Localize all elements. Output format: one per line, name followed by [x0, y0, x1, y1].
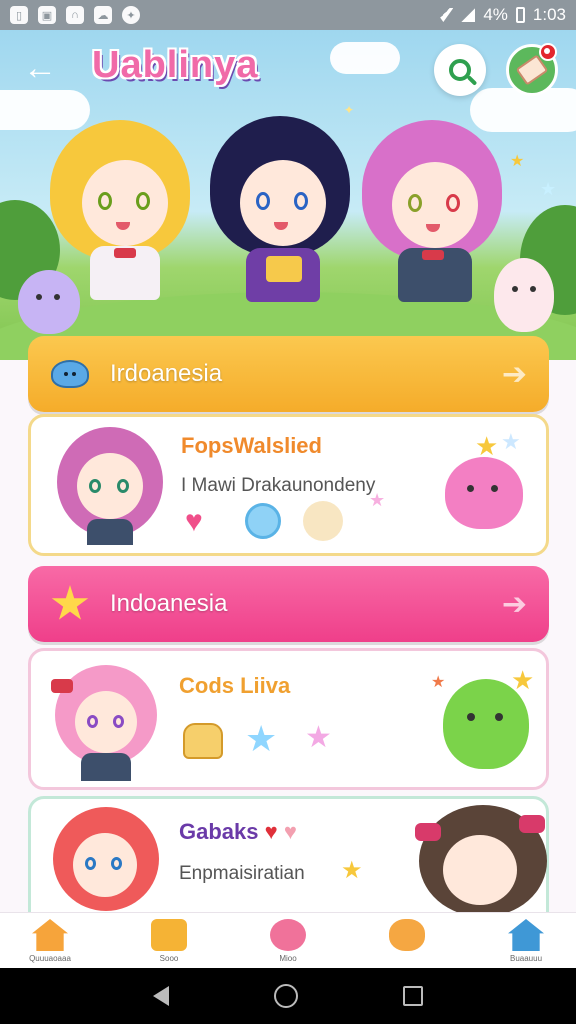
arrow-left-icon: ← — [23, 48, 57, 87]
arrow-right-icon: ➔ — [501, 587, 527, 621]
card-title: Gabaks ♥ ♥ — [179, 819, 297, 845]
battery-icon — [515, 7, 525, 23]
star-icon: ★ — [369, 490, 386, 510]
avatar — [51, 427, 169, 545]
section-banner-2[interactable]: Indoanesia ➔ — [28, 566, 549, 642]
back-button[interactable]: ← — [20, 48, 60, 88]
nav-label: Quuuaoaaa — [29, 954, 71, 963]
home-icon — [32, 919, 68, 951]
bottom-navigation: Quuuaoaaa Sooo Mioo Buaauuu — [0, 912, 576, 968]
star-icon: ★ — [305, 721, 332, 754]
section-title: Indoanesia — [110, 590, 228, 617]
sparkle-icon: ★ — [510, 153, 525, 170]
nav-item-home[interactable]: Quuuaoaaa — [24, 913, 76, 968]
system-navigation-bar — [0, 968, 576, 1024]
star-icon: ★ — [475, 431, 499, 461]
card-title: FopsWalslied — [181, 433, 322, 458]
arrow-right-icon: ➔ — [501, 357, 527, 391]
system-home-button[interactable] — [273, 984, 298, 1008]
section-title: Irdoanesia — [110, 360, 223, 387]
card-subtitle: Enpmaisiratian — [179, 863, 305, 884]
hero-banner: ★ ✦ ★ — [0, 30, 576, 360]
avatar — [49, 807, 163, 917]
wifi-icon — [433, 8, 454, 22]
app-title: Uablinya — [92, 44, 259, 86]
compass-icon: ✦ — [122, 6, 140, 24]
edit-profile-button[interactable] — [506, 43, 558, 96]
cloud — [330, 42, 400, 74]
pink-creature — [445, 457, 523, 529]
system-back-button[interactable] — [152, 986, 169, 1006]
nav-label: Mioo — [279, 954, 297, 963]
section-banner-1[interactable]: Irdoanesia ➔ — [28, 336, 549, 412]
nav-item-chat[interactable]: Mioo — [262, 913, 314, 968]
sparkle-icon: ★ — [540, 179, 557, 199]
chat-icon — [270, 919, 306, 951]
avatar — [51, 665, 161, 781]
status-bar: ▯ ▣ ∩ ☁ ✦ 4% 1:03 — [0, 0, 576, 30]
purple-pet — [18, 270, 80, 334]
search-icon — [449, 59, 471, 81]
nav-label: Sooo — [159, 954, 179, 963]
house-icon — [508, 919, 544, 951]
notification-icon: ▯ — [10, 6, 28, 24]
cake-icon — [183, 723, 223, 759]
clock: 1:03 — [532, 5, 566, 24]
nav-item-bear[interactable] — [381, 913, 433, 968]
robot-icon — [151, 919, 187, 951]
star-icon: ★ — [511, 665, 535, 695]
star-icon: ★ — [431, 674, 446, 691]
star-icon: ★ — [245, 718, 278, 759]
star-icon: ★ — [341, 857, 363, 884]
app-icon: ∩ — [66, 6, 84, 24]
notification-badge — [539, 43, 557, 61]
blob-icon — [50, 354, 90, 394]
character-navy — [210, 116, 350, 326]
star-icon: ★ — [501, 429, 521, 454]
search-button[interactable] — [434, 44, 486, 96]
battery-percent: 4% — [483, 5, 508, 24]
nav-item-robot[interactable]: Sooo — [143, 913, 195, 968]
avatar-winking-girl — [415, 805, 551, 919]
star-badge-icon — [50, 584, 90, 624]
card-title: Cods Liiva — [179, 673, 291, 698]
bear-icon — [389, 919, 425, 951]
content-card-2[interactable]: Cods Liiva ★ ★ ★ ★ — [28, 648, 549, 790]
nav-item-house[interactable]: Buaauuu — [500, 913, 552, 968]
system-recents-button[interactable] — [403, 986, 424, 1006]
heart-icon[interactable]: ♥ — [185, 507, 221, 537]
heart-icon: ♥ — [283, 819, 297, 844]
signal-icon — [461, 8, 476, 22]
calendar-icon: ▣ — [38, 6, 56, 24]
character-pink — [362, 120, 502, 330]
card-title-text: Gabaks — [179, 819, 259, 844]
sparkle-icon: ✦ — [344, 103, 355, 117]
card-subtitle: I Mawi Drakaunondeny — [181, 475, 376, 496]
circle-icon[interactable] — [303, 501, 343, 541]
content-card-1[interactable]: FopsWalslied I Mawi Drakaunondeny ♥ ★ ★ … — [28, 414, 549, 556]
cloud-icon: ☁ — [94, 6, 112, 24]
nav-label: Buaauuu — [509, 954, 543, 963]
bubble-icon[interactable] — [245, 503, 281, 539]
heart-icon: ♥ — [264, 819, 278, 844]
cream-pet — [494, 258, 554, 332]
